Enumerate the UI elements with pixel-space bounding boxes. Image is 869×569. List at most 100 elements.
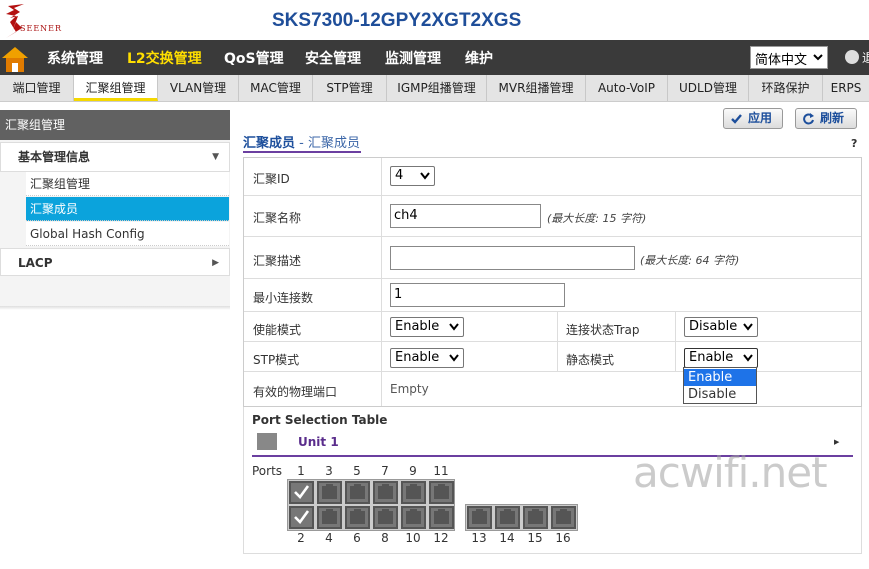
link-trap-select[interactable]: Disable bbox=[684, 317, 758, 337]
refresh-button[interactable]: 刷新 bbox=[795, 108, 857, 129]
link-trap-label: 连接状态Trap bbox=[566, 323, 640, 337]
static-mode-value: Enable bbox=[689, 350, 734, 365]
port-number: 5 bbox=[353, 464, 361, 478]
nav-maintenance[interactable]: 维护 bbox=[465, 48, 493, 68]
nav-security[interactable]: 安全管理 bbox=[305, 48, 361, 68]
tab-auto-voip[interactable]: Auto-VoIP bbox=[586, 75, 668, 101]
apply-button[interactable]: 应用 bbox=[723, 108, 783, 129]
tab-loop-protection[interactable]: 环路保护 bbox=[749, 75, 823, 101]
port-8[interactable] bbox=[373, 506, 398, 529]
port-10[interactable] bbox=[401, 506, 426, 529]
port-number: 7 bbox=[381, 464, 389, 478]
nav-system[interactable]: 系统管理 bbox=[47, 48, 103, 68]
home-icon[interactable] bbox=[0, 40, 30, 75]
check-icon bbox=[731, 114, 742, 124]
active-ports-label: 有效的物理端口 bbox=[253, 385, 338, 399]
tab-mvr-management[interactable]: MVR组播管理 bbox=[487, 75, 586, 101]
port-15[interactable] bbox=[523, 506, 548, 529]
admin-mode-value: Enable bbox=[395, 319, 440, 334]
nav-qos[interactable]: QoS管理 bbox=[224, 48, 284, 68]
lag-desc-input[interactable] bbox=[390, 246, 635, 270]
port-7[interactable] bbox=[373, 481, 398, 504]
column-divider bbox=[557, 342, 558, 372]
active-ports-value: Empty bbox=[390, 382, 429, 396]
sidebar-group-lacp[interactable]: LACP ▶ bbox=[0, 248, 230, 276]
stp-mode-value: Enable bbox=[395, 350, 440, 365]
language-select[interactable]: 简体中文 bbox=[750, 46, 828, 69]
nav-l2-switching[interactable]: L2交换管理 bbox=[127, 48, 202, 68]
tab-port-management[interactable]: 端口管理 bbox=[0, 75, 74, 101]
static-mode-select[interactable]: Enable bbox=[684, 348, 758, 368]
port-14[interactable] bbox=[495, 506, 520, 529]
watermark: acwifi.net bbox=[633, 448, 828, 497]
port-6[interactable] bbox=[345, 506, 370, 529]
nav-monitoring[interactable]: 监测管理 bbox=[385, 48, 441, 68]
sidebar-item-lag-members[interactable]: 汇聚成员 bbox=[26, 197, 229, 221]
brand-logo bbox=[6, 4, 24, 38]
chevron-down-icon bbox=[449, 354, 459, 362]
row-lag-desc: 汇聚描述 (最大长度: 64 字符) bbox=[244, 237, 861, 279]
sidebar-group-label: 基本管理信息 bbox=[18, 150, 91, 164]
sidebar-group-basic[interactable]: 基本管理信息 ▼ bbox=[0, 142, 230, 172]
dropdown-option-enable[interactable]: Enable bbox=[684, 369, 756, 386]
tab-erps[interactable]: ERPS bbox=[823, 75, 869, 101]
port-9[interactable] bbox=[401, 481, 426, 504]
tab-mac-management[interactable]: MAC管理 bbox=[239, 75, 313, 101]
port-number: 13 bbox=[471, 531, 487, 545]
section-title-sep: - bbox=[295, 136, 308, 151]
dropdown-option-disable[interactable]: Disable bbox=[684, 386, 756, 403]
checkmark-icon bbox=[294, 510, 310, 524]
unit-label[interactable]: Unit 1 bbox=[298, 435, 339, 449]
port-number: 11 bbox=[433, 464, 449, 478]
column-divider bbox=[557, 312, 558, 342]
device-model-title: SKS7300-12GPY2XGT2XGS bbox=[272, 10, 522, 31]
tab-udld-management[interactable]: UDLD管理 bbox=[668, 75, 749, 101]
row-admin-mode: 使能模式 Enable 连接状态Trap Disable bbox=[244, 312, 861, 342]
link-trap-value: Disable bbox=[689, 319, 738, 334]
caret-right-icon[interactable]: ▶ bbox=[834, 438, 839, 446]
apply-label: 应用 bbox=[748, 111, 773, 125]
port-number: 16 bbox=[555, 531, 571, 545]
lag-name-input[interactable]: ch4 bbox=[390, 204, 541, 228]
logout-icon[interactable] bbox=[845, 50, 859, 64]
tab-vlan-management[interactable]: VLAN管理 bbox=[158, 75, 239, 101]
sidebar-item-lag-management[interactable]: 汇聚组管理 bbox=[26, 172, 229, 196]
port-number: 3 bbox=[325, 464, 333, 478]
main-navigation: 系统管理 L2交换管理 QoS管理 安全管理 监测管理 维护 简体中文 退 bbox=[0, 40, 869, 75]
sidebar-title: 汇聚组管理 bbox=[0, 110, 230, 140]
port-number: 8 bbox=[381, 531, 389, 545]
sidebar-item-global-hash[interactable]: Global Hash Config bbox=[26, 222, 229, 246]
admin-mode-label: 使能模式 bbox=[253, 323, 302, 337]
port-3[interactable] bbox=[317, 481, 342, 504]
row-lag-name: 汇聚名称 ch4 (最大长度: 15 字符) bbox=[244, 196, 861, 237]
port-number: 9 bbox=[409, 464, 417, 478]
lag-desc-hint: (最大长度: 64 字符) bbox=[640, 254, 740, 267]
logout-label[interactable]: 退 bbox=[862, 49, 869, 66]
port-2[interactable] bbox=[289, 506, 314, 529]
port-12[interactable] bbox=[429, 506, 454, 529]
ports-label: Ports bbox=[252, 464, 283, 478]
lag-id-select[interactable]: 4 bbox=[390, 166, 435, 186]
port-11[interactable] bbox=[429, 481, 454, 504]
help-icon[interactable]: ? bbox=[851, 137, 857, 150]
port-5[interactable] bbox=[345, 481, 370, 504]
brand-logo-text: SEENER bbox=[20, 24, 63, 33]
port-16[interactable] bbox=[551, 506, 576, 529]
lag-id-label: 汇聚ID bbox=[253, 172, 290, 186]
port-number: 2 bbox=[297, 531, 305, 545]
row-min-links: 最小连接数 1 bbox=[244, 279, 861, 312]
min-links-input[interactable]: 1 bbox=[390, 283, 565, 307]
port-1[interactable] bbox=[289, 481, 314, 504]
port-4[interactable] bbox=[317, 506, 342, 529]
port-number: 1 bbox=[297, 464, 305, 478]
page-header: SEENER SKS7300-12GPY2XGT2XGS bbox=[0, 0, 869, 40]
stp-mode-select[interactable]: Enable bbox=[390, 348, 464, 368]
port-number: 6 bbox=[353, 531, 361, 545]
port-13[interactable] bbox=[467, 506, 492, 529]
admin-mode-select[interactable]: Enable bbox=[390, 317, 464, 337]
tab-lag-management[interactable]: 汇聚组管理 bbox=[74, 75, 158, 101]
tab-igmp-management[interactable]: IGMP组播管理 bbox=[387, 75, 487, 101]
sidebar-shadow bbox=[0, 306, 230, 310]
section-underline bbox=[243, 151, 361, 153]
tab-stp-management[interactable]: STP管理 bbox=[313, 75, 387, 101]
